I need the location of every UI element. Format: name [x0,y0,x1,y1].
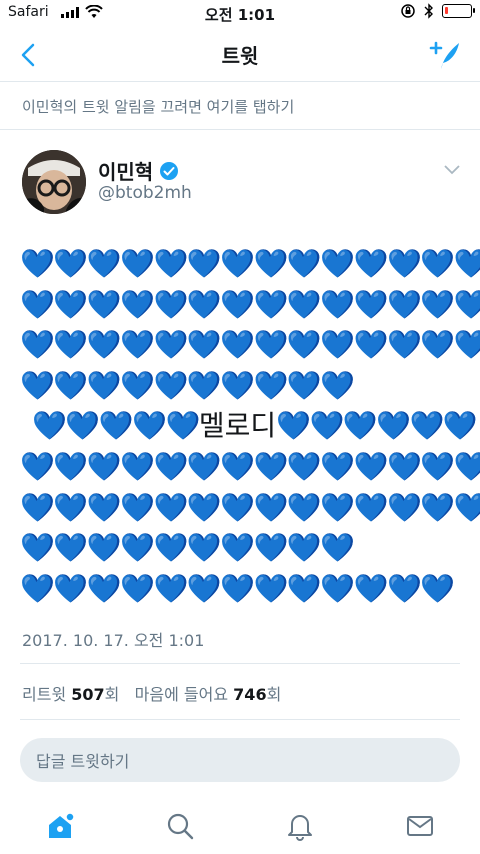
battery-icon [442,4,475,18]
divider [0,129,480,130]
compose-tweet-icon [429,41,459,69]
blue-heart-emojis: 💙💙💙💙💙 [32,409,200,443]
reply-bar: 답글 트윗하기 [0,720,480,800]
status-bar: Safari 오전 1:01 [0,0,480,28]
display-name-text: 이민혁 [98,160,154,184]
tweet-line: 💙💙💙💙💙💙💙💙💙💙💙💙💙💙 [20,447,480,488]
retweets-label: 리트윗 [22,685,67,704]
rotation-lock-icon [401,4,415,18]
tweet-stats: 리트윗 507회 마음에 들어요 746회 [22,681,281,705]
blue-heart-emojis: 💙💙💙💙💙💙💙💙💙💙💙💙💙💙 [20,328,480,362]
retweets-suffix: 회 [104,685,120,704]
bluetooth-icon [424,3,433,19]
bell-icon [288,815,312,841]
tweet-line: 💙💙💙💙💙💙💙💙💙💙💙💙💙 [20,569,460,610]
tweet-timestamp: 2017. 10. 17. 오전 1:01 [22,631,205,650]
chevron-down-icon [444,165,460,175]
tweet-menu-button[interactable] [440,160,464,180]
tweet-line: 💙💙💙💙💙💙💙💙💙💙💙💙💙💙 [20,325,480,366]
tweet-line: 💙💙💙💙💙멜로디💙💙💙💙💙💙 [20,406,478,447]
page-title: 트윗 [221,44,259,68]
avatar[interactable] [22,150,86,214]
reply-placeholder: 답글 트윗하기 [36,752,130,771]
tweet-line: 💙💙💙💙💙💙💙💙💙💙 [20,366,460,407]
compose-tweet-button[interactable] [426,36,466,74]
tweet-word: 멜로디 [198,409,277,443]
tab-home[interactable] [40,808,80,844]
author-username[interactable]: @btob2mh [98,183,192,203]
likes-label: 마음에 들어요 [134,685,229,704]
blue-heart-emojis: 💙💙💙💙💙💙💙💙💙💙💙💙💙💙 [20,490,480,524]
tab-search[interactable] [160,808,200,844]
home-icon [49,812,75,838]
search-icon [167,813,194,840]
notification-toggle-link[interactable]: 이민혁의 트윗 알림을 끄려면 여기를 탭하기 [22,96,294,117]
likes-suffix: 회 [266,685,282,704]
tweet-line: 💙💙💙💙💙💙💙💙💙💙💙💙💙💙 [20,244,480,285]
blue-heart-emojis: 💙💙💙💙💙💙💙💙💙💙💙💙💙 [20,571,455,605]
divider [20,663,460,664]
tweet-line: 💙💙💙💙💙💙💙💙💙💙 [20,528,460,569]
verified-badge-icon [160,161,179,180]
tweet-line: 💙💙💙💙💙💙💙💙💙💙💙💙💙💙 [20,285,480,326]
blue-heart-emojis: 💙💙💙💙💙💙💙💙💙💙💙💙💙💙 [20,287,480,321]
blue-heart-emojis: 💙💙💙💙💙💙💙💙💙💙 [20,531,355,565]
likes-stat[interactable]: 마음에 들어요 746회 [135,685,282,704]
tweet-text: 💙💙💙💙💙💙💙💙💙💙💙💙💙💙 💙💙💙💙💙💙💙💙💙💙💙💙💙💙 💙💙💙💙💙💙💙💙💙💙… [20,244,480,610]
likes-count: 746 [233,685,267,704]
reply-input[interactable]: 답글 트윗하기 [20,738,460,782]
blue-heart-emojis: 💙💙💙💙💙💙💙💙💙💙 [20,368,355,402]
avatar-photo [22,150,86,214]
tab-bar [0,800,480,854]
retweets-stat[interactable]: 리트윗 507회 [22,685,119,704]
tweet-line: 💙💙💙💙💙💙💙💙💙💙💙💙💙💙 [20,488,480,529]
mail-icon [407,816,433,836]
blue-heart-emojis: 💙💙💙💙💙💙 [276,409,478,443]
nav-bar: 트윗 [0,28,480,82]
tab-notifications[interactable] [280,808,320,844]
tab-messages[interactable] [400,808,440,844]
author-display-name[interactable]: 이민혁 [98,156,179,185]
blue-heart-emojis: 💙💙💙💙💙💙💙💙💙💙💙💙💙💙 [20,449,480,483]
blue-heart-emojis: 💙💙💙💙💙💙💙💙💙💙💙💙💙💙 [20,247,480,280]
status-right [400,3,475,19]
battery-level [445,7,448,14]
retweets-count: 507 [71,685,105,704]
